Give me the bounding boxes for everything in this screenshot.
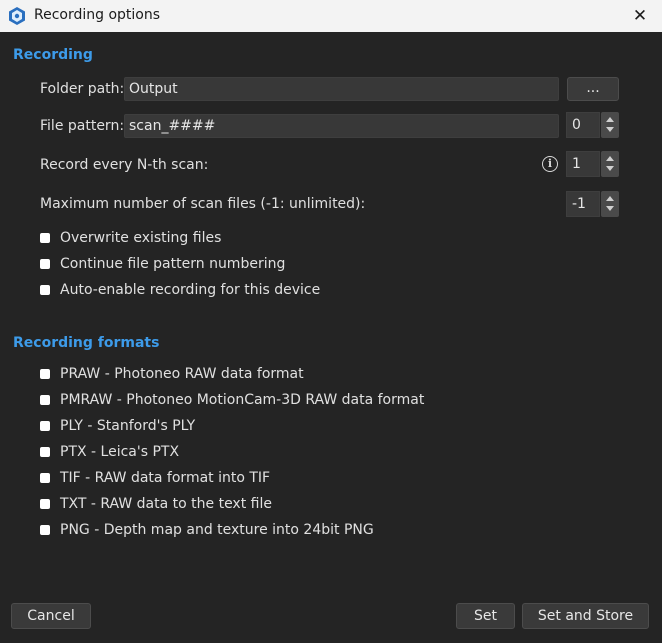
folder-path-label: Folder path: <box>40 81 125 97</box>
browse-button[interactable]: ... <box>567 77 619 101</box>
every-nth-label: Record every N-th scan: <box>40 157 209 173</box>
format-pmraw-checkbox[interactable]: PMRAW - Photoneo MotionCam-3D RAW data f… <box>40 392 424 408</box>
arrow-up-icon[interactable] <box>606 117 614 122</box>
format-ptx-checkbox[interactable]: PTX - Leica's PTX <box>40 444 179 460</box>
close-icon[interactable]: ✕ <box>628 4 652 28</box>
max-files-value[interactable]: -1 <box>566 191 600 217</box>
checkbox-label: Auto-enable recording for this device <box>60 282 321 298</box>
format-png-checkbox[interactable]: PNG - Depth map and texture into 24bit P… <box>40 522 374 538</box>
checkbox-box[interactable] <box>40 473 50 483</box>
checkbox-label: TIF - RAW data format into TIF <box>60 470 271 486</box>
checkbox-box[interactable] <box>40 447 50 457</box>
arrow-up-icon[interactable] <box>606 196 614 201</box>
checkbox-label: Overwrite existing files <box>60 230 222 246</box>
app-icon <box>9 7 25 25</box>
arrow-down-icon[interactable] <box>606 166 614 171</box>
checkbox-label: PTX - Leica's PTX <box>60 444 180 460</box>
file-pattern-number-spinbox[interactable]: 0 <box>566 112 619 138</box>
checkbox-label: PRAW - Photoneo RAW data format <box>60 366 304 382</box>
max-files-spinbox[interactable]: -1 <box>566 191 619 217</box>
checkbox-box[interactable] <box>40 369 50 379</box>
continue-numbering-checkbox[interactable]: Continue file pattern numbering <box>40 256 285 272</box>
file-pattern-input[interactable]: scan_#### <box>124 114 559 138</box>
set-button[interactable]: Set <box>456 603 515 629</box>
checkbox-box[interactable] <box>40 233 50 243</box>
spin-arrows[interactable] <box>601 112 619 138</box>
checkbox-box[interactable] <box>40 421 50 431</box>
window-title: Recording options <box>34 7 161 23</box>
set-and-store-button[interactable]: Set and Store <box>522 603 649 629</box>
folder-path-input[interactable]: Output <box>124 77 559 101</box>
spin-arrows[interactable] <box>601 151 619 177</box>
format-ply-checkbox[interactable]: PLY - Stanford's PLY <box>40 418 195 434</box>
checkbox-box[interactable] <box>40 525 50 535</box>
title-bar: Recording options ✕ <box>0 0 662 32</box>
cancel-button[interactable]: Cancel <box>11 603 91 629</box>
format-praw-checkbox[interactable]: PRAW - Photoneo RAW data format <box>40 366 304 382</box>
arrow-up-icon[interactable] <box>606 156 614 161</box>
checkbox-label: TXT - RAW data to the text file <box>60 496 272 512</box>
checkbox-box[interactable] <box>40 499 50 509</box>
checkbox-box[interactable] <box>40 395 50 405</box>
checkbox-label: Continue file pattern numbering <box>60 256 286 272</box>
recording-heading: Recording <box>13 47 93 63</box>
overwrite-checkbox[interactable]: Overwrite existing files <box>40 230 221 246</box>
format-txt-checkbox[interactable]: TXT - RAW data to the text file <box>40 496 272 512</box>
arrow-down-icon[interactable] <box>606 206 614 211</box>
format-tif-checkbox[interactable]: TIF - RAW data format into TIF <box>40 470 270 486</box>
arrow-down-icon[interactable] <box>606 127 614 132</box>
every-nth-value[interactable]: 1 <box>566 151 600 177</box>
checkbox-label: PLY - Stanford's PLY <box>60 418 196 434</box>
checkbox-label: PNG - Depth map and texture into 24bit P… <box>60 522 374 538</box>
info-icon[interactable]: i <box>542 156 558 172</box>
spin-arrows[interactable] <box>601 191 619 217</box>
file-pattern-label: File pattern: <box>40 118 125 134</box>
file-pattern-number-value[interactable]: 0 <box>566 112 600 138</box>
checkbox-box[interactable] <box>40 259 50 269</box>
checkbox-label: PMRAW - Photoneo MotionCam-3D RAW data f… <box>60 392 425 408</box>
every-nth-spinbox[interactable]: 1 <box>566 151 619 177</box>
max-files-label: Maximum number of scan files (-1: unlimi… <box>40 196 366 212</box>
checkbox-box[interactable] <box>40 285 50 295</box>
recording-formats-heading: Recording formats <box>13 335 160 351</box>
auto-enable-checkbox[interactable]: Auto-enable recording for this device <box>40 282 320 298</box>
